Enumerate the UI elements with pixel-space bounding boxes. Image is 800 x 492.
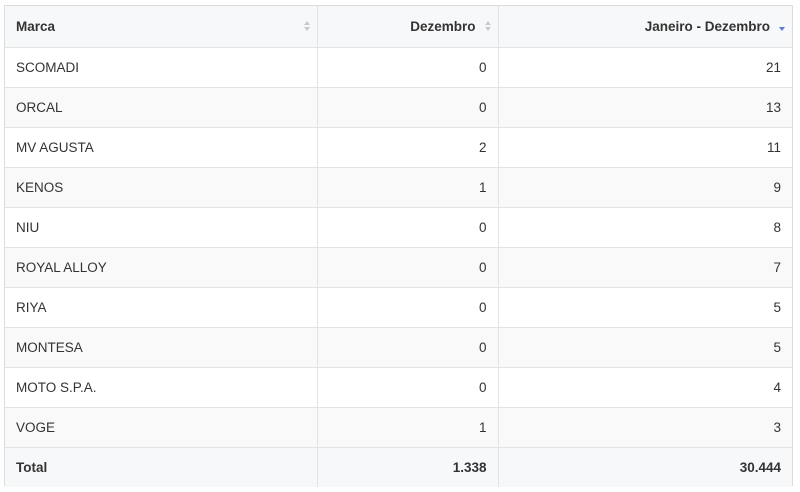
table-row[interactable]: MOTO S.P.A. 0 4 xyxy=(5,367,792,408)
table-row[interactable]: RIYA 0 5 xyxy=(5,287,792,328)
cell-month: 0 xyxy=(317,367,499,408)
cell-ytd: 5 xyxy=(498,287,792,328)
sort-both-icon xyxy=(484,20,492,32)
cell-month: 2 xyxy=(317,127,499,168)
cell-ytd: 9 xyxy=(498,167,792,208)
cell-month: 0 xyxy=(317,87,499,128)
cell-brand: ROYAL ALLOY xyxy=(5,247,318,288)
cell-brand: RIYA xyxy=(5,287,318,328)
cell-brand: ORCAL xyxy=(5,87,318,128)
cell-month: 1 xyxy=(317,407,499,448)
column-header-label: Janeiro - Dezembro xyxy=(644,18,770,34)
sales-table-container: Marca Dezembro Janeiro - Dezembro SCOMAD… xyxy=(4,5,793,487)
cell-ytd: 5 xyxy=(498,327,792,368)
table-row[interactable]: ROYAL ALLOY 0 7 xyxy=(5,247,792,288)
cell-ytd: 3 xyxy=(498,407,792,448)
table-row[interactable]: MONTESA 0 5 xyxy=(5,327,792,368)
total-ytd: 30.444 xyxy=(498,446,792,487)
cell-ytd: 13 xyxy=(498,87,792,128)
sort-descending-icon xyxy=(778,20,786,32)
cell-ytd: 7 xyxy=(498,247,792,288)
table-body: SCOMADI 0 21 ORCAL 0 13 MV AGUSTA 2 11 KENOS 1 9 NIU… xyxy=(5,47,792,448)
table-row[interactable]: SCOMADI 0 21 xyxy=(5,47,792,88)
column-header-label: Marca xyxy=(16,18,56,34)
total-month: 1.338 xyxy=(317,446,499,487)
table-row[interactable]: KENOS 1 9 xyxy=(5,167,792,208)
cell-brand: MONTESA xyxy=(5,327,318,368)
column-header-brand[interactable]: Marca xyxy=(5,6,318,48)
table-row[interactable]: ORCAL 0 13 xyxy=(5,87,792,128)
sort-both-icon xyxy=(303,20,311,32)
sales-table: Marca Dezembro Janeiro - Dezembro SCOMAD… xyxy=(5,6,792,487)
cell-month: 0 xyxy=(317,247,499,288)
total-row: Total 1.338 30.444 xyxy=(5,446,792,487)
table-row[interactable]: VOGE 1 3 xyxy=(5,407,792,448)
cell-brand: VOGE xyxy=(5,407,318,448)
column-header-month[interactable]: Dezembro xyxy=(317,6,499,48)
table-row[interactable]: MV AGUSTA 2 11 xyxy=(5,127,792,168)
table-footer: Total 1.338 30.444 xyxy=(5,446,792,487)
table-header: Marca Dezembro Janeiro - Dezembro xyxy=(5,6,792,48)
cell-month: 1 xyxy=(317,167,499,208)
cell-ytd: 21 xyxy=(498,47,792,88)
header-row: Marca Dezembro Janeiro - Dezembro xyxy=(5,6,792,48)
cell-month: 0 xyxy=(317,47,499,88)
cell-month: 0 xyxy=(317,327,499,368)
column-header-ytd[interactable]: Janeiro - Dezembro xyxy=(498,6,792,48)
cell-brand: MV AGUSTA xyxy=(5,127,318,168)
cell-month: 0 xyxy=(317,207,499,248)
column-header-label: Dezembro xyxy=(410,18,476,34)
cell-month: 0 xyxy=(317,287,499,328)
total-label: Total xyxy=(5,446,318,487)
cell-ytd: 8 xyxy=(498,207,792,248)
cell-brand: MOTO S.P.A. xyxy=(5,367,318,408)
cell-brand: KENOS xyxy=(5,167,318,208)
table-row[interactable]: NIU 0 8 xyxy=(5,207,792,248)
cell-ytd: 11 xyxy=(498,127,792,168)
cell-brand: NIU xyxy=(5,207,318,248)
cell-brand: SCOMADI xyxy=(5,47,318,88)
cell-ytd: 4 xyxy=(498,367,792,408)
